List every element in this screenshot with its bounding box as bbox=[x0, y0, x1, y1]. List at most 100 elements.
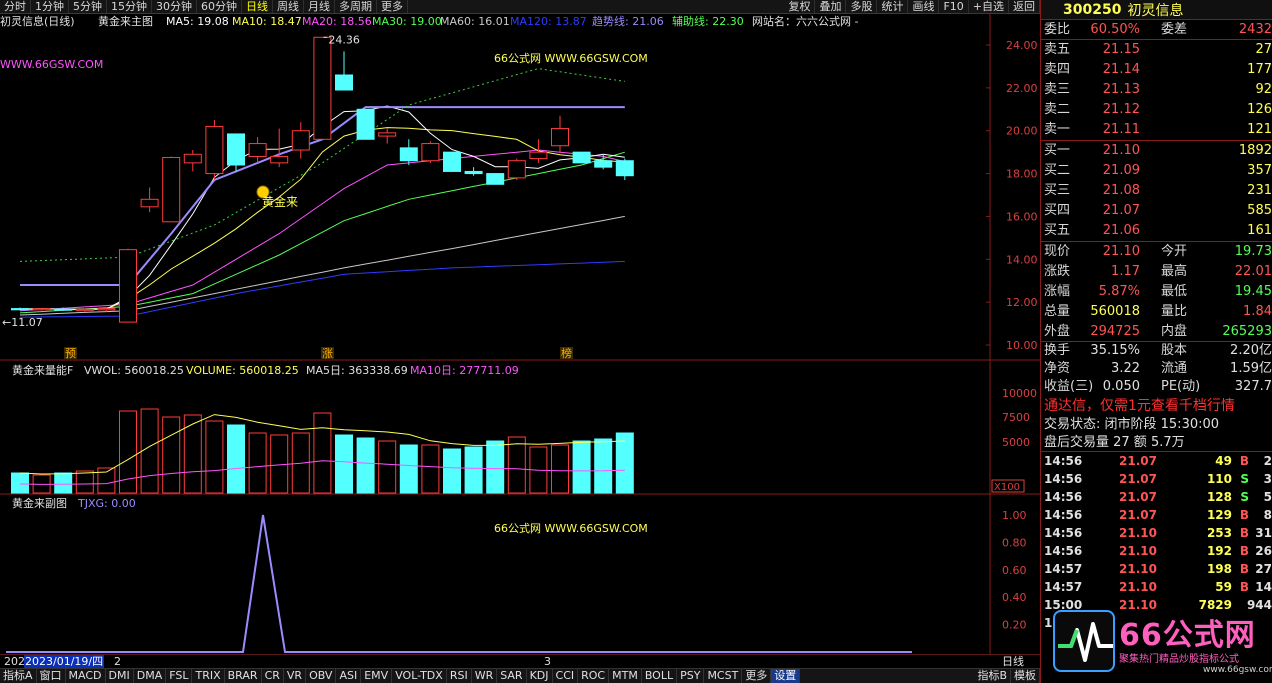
indicator-tab-17[interactable]: KDJ bbox=[527, 669, 553, 683]
period-tab-0[interactable]: 分时 bbox=[0, 0, 31, 13]
period-toolbar: 分时 1分钟 5分钟 15分钟 30分钟 60分钟 日线 周线 月线 多周期 更多 复权 叠加 多股 统计… bbox=[0, 0, 1040, 14]
stat-value: 19.73 bbox=[1234, 244, 1272, 259]
function-tab-0[interactable]: 复权 bbox=[784, 0, 816, 13]
tick-list[interactable]: 14:56 21.07 49 B 2 14:56 21.07 110 S 3 14:56 21.07 1… bbox=[1041, 452, 1272, 632]
order-ask-row[interactable]: 卖五 21.15 27 bbox=[1041, 40, 1272, 60]
order-bid-row[interactable]: 买四 21.07 585 bbox=[1041, 201, 1272, 221]
order-bid-row[interactable]: 买五 21.06 161 bbox=[1041, 221, 1272, 241]
stat-value: 21.10 bbox=[1102, 244, 1140, 259]
indicator-tab-9[interactable]: VR bbox=[284, 669, 307, 683]
volume-tick-label: 5000 bbox=[1002, 436, 1030, 449]
indicator-tab-6[interactable]: TRIX bbox=[192, 669, 225, 683]
period-label[interactable]: 日线 bbox=[1002, 655, 1024, 668]
period-tab-2[interactable]: 5分钟 bbox=[69, 0, 107, 13]
stat-value: 294725 bbox=[1090, 324, 1140, 339]
stat-row: 涨幅 5.87% 最低 19.45 bbox=[1041, 282, 1272, 302]
order-ask-row[interactable]: 卖一 21.11 121 bbox=[1041, 120, 1272, 140]
stock-name[interactable]: 初灵信息 bbox=[1127, 0, 1183, 20]
volume-readout: MA5日: 363338.69 bbox=[306, 364, 408, 377]
order-ask-row[interactable]: 卖二 21.12 126 bbox=[1041, 100, 1272, 120]
tick-row[interactable]: 14:56 21.07 110 S 3 bbox=[1041, 470, 1272, 488]
candle-body bbox=[529, 151, 548, 160]
order-ask-row[interactable]: 卖三 21.13 92 bbox=[1041, 80, 1272, 100]
function-tab-1[interactable]: 叠加 bbox=[815, 0, 847, 13]
indicator-tab-15[interactable]: WR bbox=[472, 669, 498, 683]
indicator-tab-11[interactable]: ASI bbox=[336, 669, 362, 683]
stat-label: 收益(三) bbox=[1044, 379, 1094, 394]
order-bid-row[interactable]: 买三 21.08 231 bbox=[1041, 181, 1272, 201]
ask-level-label: 卖二 bbox=[1044, 102, 1071, 117]
indicator-tab-10[interactable]: OBV bbox=[306, 669, 337, 683]
indicator-tab-0[interactable]: 指标A bbox=[0, 669, 37, 683]
function-tab-5[interactable]: F10 bbox=[939, 0, 969, 13]
indicator-tab-13[interactable]: VOL-TDX bbox=[392, 669, 447, 683]
period-tab-5[interactable]: 60分钟 bbox=[197, 0, 242, 13]
tdx-advert[interactable]: 通达信，仅需1元查看千档行情 bbox=[1041, 396, 1272, 416]
stat-value: 1.17 bbox=[1111, 264, 1140, 279]
indicator-tab-25[interactable]: 设置 bbox=[771, 669, 801, 683]
main-readout: MA20: 18.56 bbox=[302, 15, 372, 28]
stat-label: 股本 bbox=[1161, 343, 1188, 358]
function-tab-3[interactable]: 统计 bbox=[877, 0, 909, 13]
indicator-tab-5[interactable]: FSL bbox=[166, 669, 193, 683]
tick-side: S bbox=[1240, 490, 1249, 504]
indicator-tab-right-0[interactable]: 指标B bbox=[974, 669, 1011, 683]
tick-row[interactable]: 14:56 21.07 49 B 2 bbox=[1041, 452, 1272, 470]
indicator-tab-8[interactable]: CR bbox=[262, 669, 284, 683]
period-tab-8[interactable]: 月线 bbox=[304, 0, 335, 13]
function-tab-6[interactable]: +自选 bbox=[969, 0, 1009, 13]
period-tab-3[interactable]: 15分钟 bbox=[107, 0, 152, 13]
period-tab-9[interactable]: 多周期 bbox=[335, 0, 377, 13]
tick-row[interactable]: 14:57 21.10 198 B 27 bbox=[1041, 560, 1272, 578]
indicator-tab-3[interactable]: DMI bbox=[106, 669, 134, 683]
ask-level-label: 卖四 bbox=[1044, 62, 1071, 77]
period-tab-7[interactable]: 周线 bbox=[273, 0, 304, 13]
stat-label: 最低 bbox=[1161, 284, 1188, 299]
volume-bar bbox=[551, 444, 569, 494]
function-tab-2[interactable]: 多股 bbox=[846, 0, 878, 13]
stat-label: 最高 bbox=[1161, 264, 1188, 279]
bid-level-price: 21.10 bbox=[1102, 143, 1140, 158]
indicator-tab-22[interactable]: PSY bbox=[677, 669, 705, 683]
period-tab-1[interactable]: 1分钟 bbox=[31, 0, 69, 13]
stock-code[interactable]: 300250 bbox=[1063, 2, 1121, 18]
function-tab-4[interactable]: 画线 bbox=[908, 0, 940, 13]
indicator-tab-20[interactable]: MTM bbox=[609, 669, 642, 683]
stat-label: 涨跌 bbox=[1044, 264, 1071, 279]
indicator-tab-16[interactable]: SAR bbox=[497, 669, 527, 683]
chart-area[interactable]: 初灵信息(日线) 黄金来主图 MA5: 19.08 MA10: 18.47 MA20: … bbox=[0, 14, 1040, 654]
candle-body bbox=[378, 132, 397, 137]
indicator-tab-7[interactable]: BRAR bbox=[225, 669, 262, 683]
volume-bar bbox=[594, 438, 613, 494]
tick-row[interactable]: 14:56 21.10 192 B 26 bbox=[1041, 542, 1272, 560]
tick-time: 14:56 bbox=[1044, 472, 1083, 486]
tick-row[interactable]: 14:56 21.10 253 B 31 bbox=[1041, 524, 1272, 542]
order-bid-row[interactable]: 买二 21.09 357 bbox=[1041, 161, 1272, 181]
period-tab-10[interactable]: 更多 bbox=[377, 0, 408, 13]
function-tab-7[interactable]: 返回 bbox=[1009, 0, 1040, 13]
price-tick-label: 10.00 bbox=[1006, 339, 1038, 352]
tick-volume: 129 bbox=[1206, 508, 1232, 522]
indicator-tab-21[interactable]: BOLL bbox=[642, 669, 678, 683]
kline-chart[interactable]: 初灵信息(日线) 黄金来主图 MA5: 19.08 MA10: 18.47 MA20: … bbox=[0, 14, 1040, 654]
indicator-tab-18[interactable]: CCI bbox=[553, 669, 579, 683]
period-tab-6[interactable]: 日线 bbox=[242, 0, 273, 13]
indicator-tab-1[interactable]: 窗口 bbox=[37, 669, 66, 683]
indicator-tab-4[interactable]: DMA bbox=[134, 669, 167, 683]
indicator-tab-right-1[interactable]: 模板 bbox=[1011, 669, 1040, 683]
indicator-tab-19[interactable]: ROC bbox=[578, 669, 610, 683]
tick-row[interactable]: 14:56 21.07 128 S 5 bbox=[1041, 488, 1272, 506]
indicator-tab-2[interactable]: MACD bbox=[66, 669, 106, 683]
indicator-tab-24[interactable]: 更多 bbox=[742, 669, 772, 683]
indicator-tab-23[interactable]: MCST bbox=[704, 669, 743, 683]
tick-row[interactable]: 14:56 21.07 129 B 8 bbox=[1041, 506, 1272, 524]
order-bid-row[interactable]: 买一 21.10 1892 bbox=[1041, 141, 1272, 161]
indicator-tab-14[interactable]: RSI bbox=[447, 669, 472, 683]
order-ask-row[interactable]: 卖四 21.14 177 bbox=[1041, 60, 1272, 80]
tick-side: B bbox=[1239, 562, 1249, 576]
indicator-tab-12[interactable]: EMV bbox=[361, 669, 393, 683]
tick-row[interactable]: 14:57 21.10 59 B 14 bbox=[1041, 578, 1272, 596]
volume-bar bbox=[486, 440, 505, 494]
period-tab-4[interactable]: 30分钟 bbox=[152, 0, 197, 13]
tick-price: 21.07 bbox=[1119, 454, 1157, 468]
